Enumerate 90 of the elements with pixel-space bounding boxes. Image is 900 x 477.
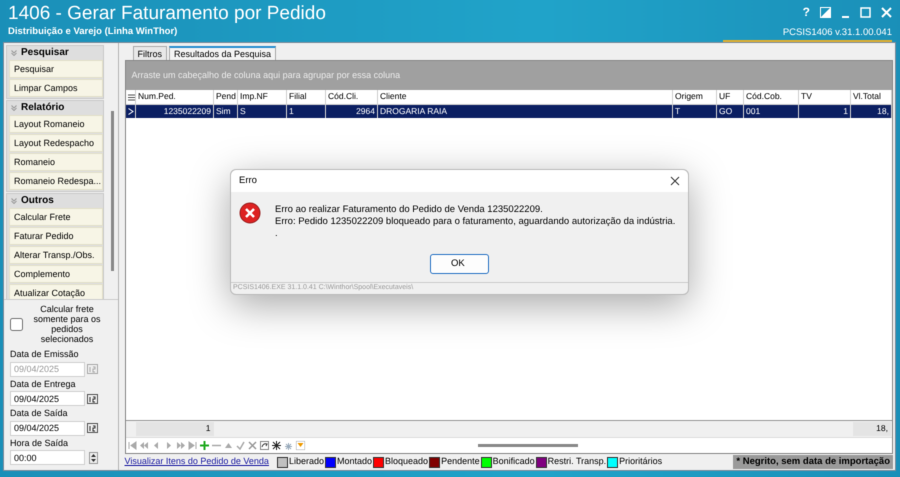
table-cell: 1 bbox=[798, 104, 850, 118]
check-icon[interactable] bbox=[236, 441, 244, 450]
sidebar-button[interactable]: Faturar Pedido bbox=[9, 227, 103, 245]
scrollbar-thumb[interactable] bbox=[111, 111, 114, 271]
message-line: . bbox=[275, 228, 279, 240]
column-header[interactable]: Imp.NF bbox=[238, 90, 286, 104]
fast-forward-icon[interactable] bbox=[176, 441, 184, 450]
sidebar-button[interactable]: Layout Redespacho bbox=[9, 134, 103, 152]
column-header[interactable]: Origem bbox=[672, 90, 716, 104]
group-title[interactable]: Pesquisar bbox=[21, 47, 69, 58]
sidebar-button[interactable]: Layout Romaneio bbox=[9, 115, 103, 133]
sidebar-button[interactable]: Alterar Transp./Obs. bbox=[9, 246, 103, 264]
legend-label: Pendente bbox=[441, 455, 480, 468]
ok-button[interactable]: OK bbox=[430, 254, 489, 274]
column-header[interactable]: Filial bbox=[286, 90, 326, 104]
spinner-icon[interactable] bbox=[89, 452, 98, 464]
date-field[interactable]: 09/04/2025 bbox=[10, 391, 85, 406]
tab[interactable]: Filtros bbox=[132, 46, 167, 60]
table-cell: 18, bbox=[850, 104, 892, 118]
chevron-icon[interactable] bbox=[11, 198, 17, 204]
column-header[interactable]: TV bbox=[798, 90, 850, 104]
plus-icon[interactable] bbox=[200, 441, 208, 450]
calendar-icon[interactable] bbox=[87, 394, 98, 404]
scrollbar-thumb[interactable] bbox=[478, 444, 578, 447]
group-title[interactable]: Relatório bbox=[21, 102, 64, 113]
legend-label: Liberado bbox=[288, 455, 324, 468]
column-header[interactable]: Pend bbox=[214, 90, 238, 104]
footer-total: 18, bbox=[853, 422, 891, 436]
window-subtitle: Distribuição e Varejo (Linha WinThor) bbox=[8, 25, 178, 39]
footer-count: 1 bbox=[136, 422, 214, 436]
legend-label: Montado bbox=[336, 455, 372, 468]
first-icon[interactable] bbox=[128, 441, 136, 450]
checkbox[interactable] bbox=[10, 318, 23, 330]
column-header[interactable]: UF bbox=[716, 90, 744, 104]
rewind-icon[interactable] bbox=[140, 441, 148, 450]
sidebar-button[interactable]: Romaneio Redespa... bbox=[9, 172, 103, 190]
message-line: Erro: Pedido 1235022209 bloqueado para o faturamento, aguardando autorização da indústria. bbox=[275, 216, 676, 228]
field-label: Data de Entrega bbox=[10, 378, 77, 391]
sidebar-button[interactable]: Pesquisar bbox=[9, 60, 103, 78]
field-label: Hora de Saída bbox=[10, 436, 70, 450]
maximize-icon[interactable] bbox=[860, 6, 871, 18]
filter-icon[interactable] bbox=[296, 441, 304, 450]
legend-label: Bonificado bbox=[492, 455, 535, 468]
table-cell: 001 bbox=[744, 104, 798, 118]
sidebar-button[interactable]: Romaneio bbox=[9, 153, 103, 171]
up-icon[interactable] bbox=[224, 441, 232, 450]
field-label: Data de Saída bbox=[10, 407, 69, 420]
asterisk-icon[interactable] bbox=[272, 441, 280, 450]
close-icon[interactable] bbox=[670, 176, 680, 186]
tab[interactable]: Resultados da Pesquisa bbox=[169, 46, 276, 60]
column-header[interactable]: Cód.Cob. bbox=[744, 90, 798, 104]
message-line: Erro ao realizar Faturamento do Pedido de Venda 1235022209. bbox=[275, 204, 544, 216]
dialog-title: Erro bbox=[239, 174, 257, 188]
table-cell: 1235022209 bbox=[136, 104, 214, 118]
column-header[interactable]: Cód.Cli. bbox=[326, 90, 378, 104]
time-field[interactable]: 00:00 bbox=[10, 450, 85, 465]
column-chooser-icon[interactable] bbox=[128, 94, 134, 101]
table-cell: 2964 bbox=[326, 104, 378, 118]
legend-note: * Negrito, sem data de importação bbox=[733, 454, 893, 470]
field-label: Data de Emissão bbox=[10, 348, 80, 361]
legend-label: Bloqueado bbox=[385, 455, 428, 468]
sidebar-button[interactable]: Atualizar Cotação bbox=[9, 284, 103, 299]
window-title: 1406 - Gerar Faturamento por Pedido bbox=[8, 3, 326, 25]
sidebar-button[interactable]: Limpar Campos bbox=[9, 79, 103, 97]
refresh-icon[interactable] bbox=[260, 441, 268, 450]
legend-label: Restri. Transp. bbox=[548, 455, 606, 468]
chevron-icon[interactable] bbox=[11, 104, 17, 110]
table-cell: DROGARIA RAIA bbox=[378, 104, 672, 118]
table-cell: 1 bbox=[286, 104, 326, 118]
x-icon[interactable] bbox=[248, 441, 256, 450]
previous-icon[interactable] bbox=[152, 441, 160, 450]
row-pointer-icon bbox=[128, 108, 134, 116]
error-icon bbox=[239, 202, 261, 224]
group-title[interactable]: Outros bbox=[21, 195, 54, 206]
sidebar-button[interactable]: Calcular Frete bbox=[9, 208, 103, 226]
items-link[interactable]: Visualizar Itens do Pedido de Venda bbox=[124, 455, 269, 469]
date-field[interactable]: 09/04/2025 bbox=[10, 420, 85, 436]
table-cell: T bbox=[672, 104, 716, 118]
group-by-hint: Arraste um cabeçalho de coluna aqui para agrupar por essa coluna bbox=[126, 61, 892, 90]
calendar-icon[interactable] bbox=[87, 423, 98, 433]
column-header[interactable]: Num.Ped. bbox=[136, 90, 214, 104]
column-header[interactable]: Cliente bbox=[378, 90, 672, 104]
last-icon[interactable] bbox=[188, 441, 196, 450]
table-cell: S bbox=[238, 104, 286, 118]
legend-label: Prioritários bbox=[619, 455, 662, 468]
chevron-icon[interactable] bbox=[11, 50, 17, 56]
checkbox-label: Calcular frete somente para os pedidos selecionados bbox=[32, 304, 102, 344]
column-header[interactable]: Vl.Total bbox=[850, 90, 892, 104]
restore-icon[interactable] bbox=[820, 6, 831, 18]
sidebar-button[interactable]: Complemento bbox=[9, 265, 103, 283]
